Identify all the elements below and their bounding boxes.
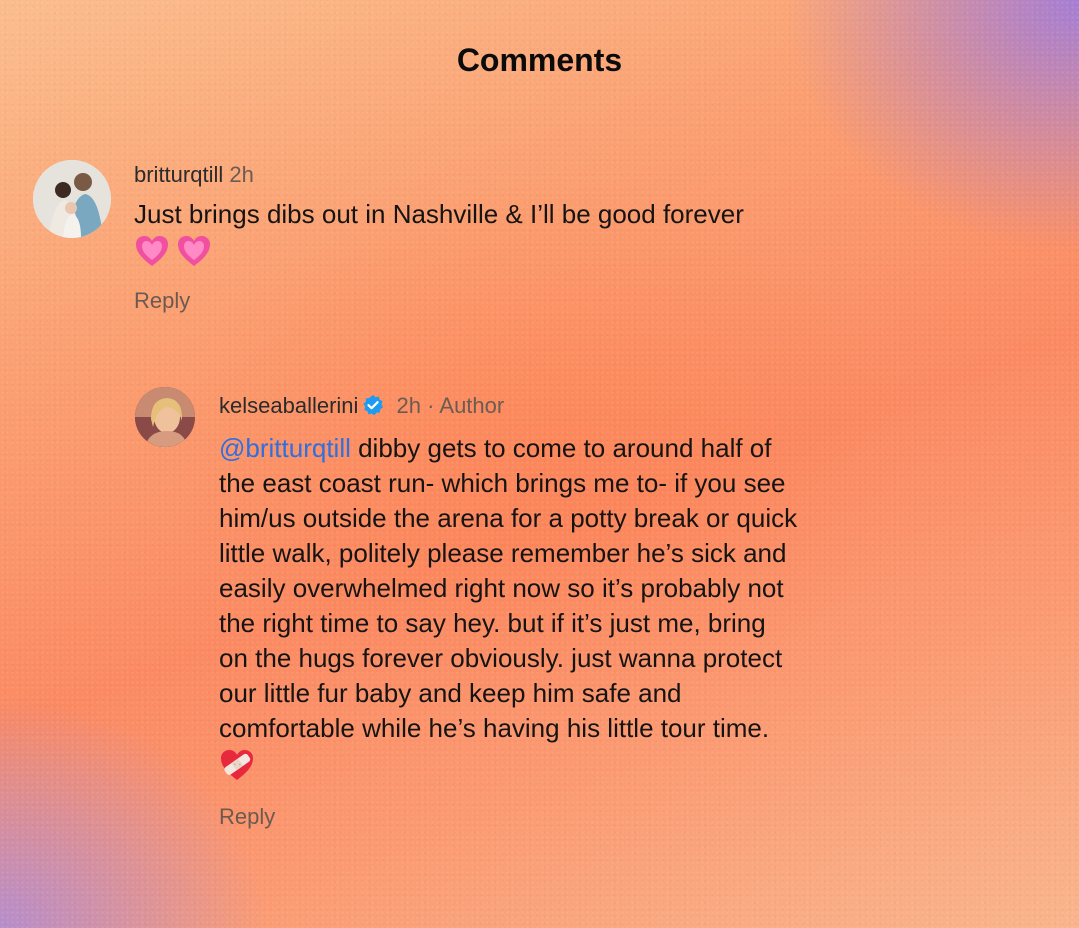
username[interactable]: kelseaballerini xyxy=(219,393,358,418)
mending-heart-icon xyxy=(219,747,255,783)
page-title: Comments xyxy=(456,42,623,78)
comment-meta: britturqtill 2h xyxy=(134,162,254,188)
username[interactable]: britturqtill xyxy=(134,162,223,187)
timestamp: 2h xyxy=(229,162,254,187)
comment-text: @britturqtill dibby gets to come to arou… xyxy=(219,431,959,784)
growing-heart-icon xyxy=(134,233,170,269)
emoji-row xyxy=(219,746,959,784)
reply-button[interactable]: Reply xyxy=(134,288,190,314)
emoji-row xyxy=(134,232,934,270)
comment-line: Just brings dibs out in Nashville & I’ll… xyxy=(134,199,744,229)
comment-line: him/us outside the arena for a potty bre… xyxy=(219,503,798,533)
mention-link[interactable]: @britturqtill xyxy=(219,433,351,463)
author-label: Author xyxy=(439,393,505,418)
timestamp: 2h xyxy=(396,393,422,418)
comment-line: little walk, politely please remember he… xyxy=(219,538,787,568)
verified-badge-icon xyxy=(362,394,384,416)
comment-line-text: dibby gets to come to around half of xyxy=(350,433,772,463)
comment-line: the right time to say hey. but if it’s j… xyxy=(219,608,766,638)
comment-meta: kelseaballerini 2h · Author xyxy=(219,393,504,419)
comment-line: @britturqtill dibby gets to come to arou… xyxy=(219,431,959,466)
comment-line: on the hugs forever obviously. just wann… xyxy=(219,643,783,673)
avatar[interactable] xyxy=(135,387,195,447)
avatar[interactable] xyxy=(33,160,111,238)
growing-heart-icon xyxy=(176,233,212,269)
comment-line: comfortable while he’s having his little… xyxy=(219,713,770,743)
comment-text: Just brings dibs out in Nashville & I’ll… xyxy=(134,197,934,270)
comment-line: easily overwhelmed right now so it’s pro… xyxy=(219,573,784,603)
comment-line: our little fur baby and keep him safe an… xyxy=(219,678,682,708)
meta-separator: · xyxy=(427,393,435,418)
reply-button[interactable]: Reply xyxy=(219,804,275,830)
comment-line: the east coast run- which brings me to- … xyxy=(219,468,786,498)
